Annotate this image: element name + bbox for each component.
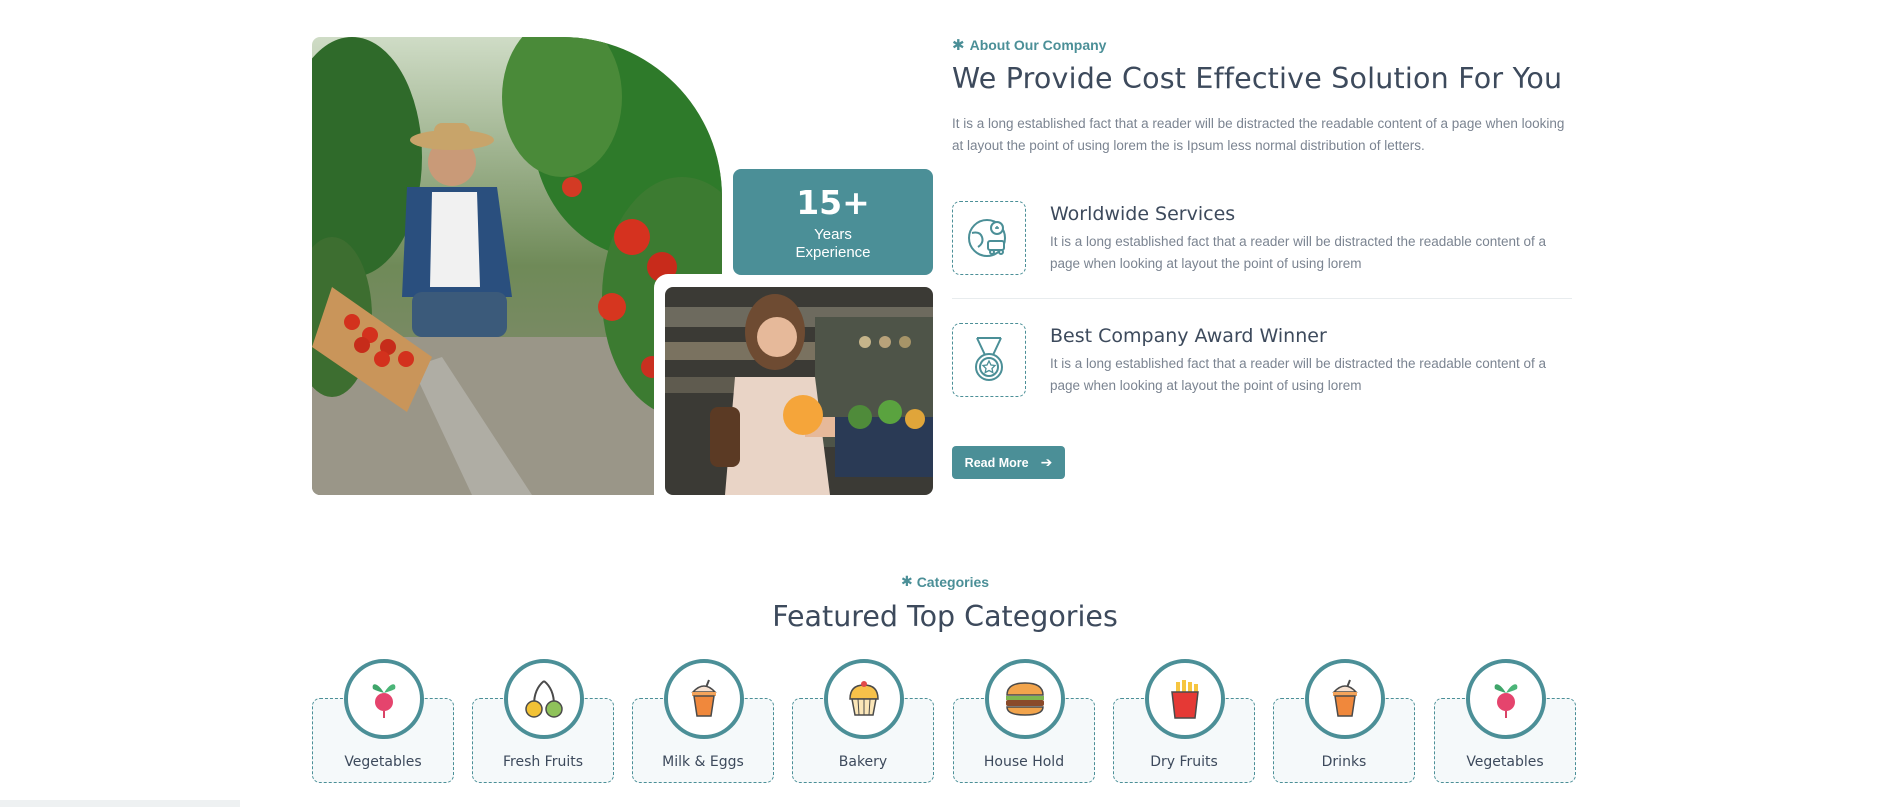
arrow-right-icon: ➔	[1040, 454, 1053, 470]
cherries-icon	[504, 659, 584, 739]
radish-icon	[1466, 659, 1546, 739]
cupcake-icon	[824, 659, 904, 739]
category-label: Vegetables	[344, 754, 422, 770]
feature-title: Best Company Award Winner	[1050, 325, 1327, 347]
experience-number: 15+	[796, 183, 870, 222]
shopper-grocery-image	[665, 287, 933, 495]
category-label: Dry Fruits	[1150, 754, 1218, 770]
asterisk-icon: ✱	[952, 37, 965, 54]
categories-header: ✱ Categories Featured Top Categories	[0, 573, 1890, 633]
categories-eyebrow: ✱ Categories	[901, 573, 989, 590]
category-card-fresh-fruits[interactable]: Fresh Fruits	[472, 659, 614, 783]
category-card-dry-fruits[interactable]: Dry Fruits	[1113, 659, 1255, 783]
read-more-label: Read More	[964, 455, 1029, 470]
about-description: It is a long established fact that a rea…	[952, 116, 1565, 153]
scroll-edge	[0, 800, 240, 807]
experience-label-line2: Experience	[795, 244, 871, 261]
feature-title: Worldwide Services	[1050, 203, 1236, 225]
category-card-drinks[interactable]: Drinks	[1273, 659, 1415, 783]
feature-description: It is a long established fact that a rea…	[1050, 356, 1547, 393]
category-card-vegetables-2[interactable]: Vegetables	[1434, 659, 1576, 783]
globe-delivery-icon	[952, 201, 1026, 275]
category-label: Vegetables	[1466, 754, 1544, 770]
about-eyebrow: ✱ About Our Company	[952, 36, 1572, 54]
category-card-vegetables[interactable]: Vegetables	[312, 659, 454, 783]
category-card-house-hold[interactable]: House Hold	[953, 659, 1095, 783]
feature-worldwide-services: Worldwide Services It is a long establis…	[952, 201, 1572, 279]
experience-label-line1: Years	[814, 226, 852, 243]
about-content: ✱ About Our Company We Provide Cost Effe…	[952, 36, 1572, 479]
asterisk-icon: ✱	[900, 573, 913, 589]
about-section: 15+ Years Experience ✱ About Our Company…	[0, 0, 1890, 520]
category-card-bakery[interactable]: Bakery	[792, 659, 934, 783]
about-eyebrow-label: About Our Company	[969, 37, 1107, 53]
about-title: We Provide Cost Effective Solution For Y…	[952, 62, 1563, 95]
burger-icon	[985, 659, 1065, 739]
award-medal-icon	[952, 323, 1026, 397]
fries-icon	[1145, 659, 1225, 739]
radish-icon	[344, 659, 424, 739]
read-more-button[interactable]: Read More ➔	[952, 446, 1065, 479]
category-label: House Hold	[983, 754, 1065, 770]
feature-divider	[952, 298, 1572, 299]
categories-title: Featured Top Categories	[772, 600, 1118, 633]
categories-eyebrow-label: Categories	[916, 573, 990, 590]
feature-description: It is a long established fact that a rea…	[1050, 234, 1547, 271]
category-label: Drinks	[1321, 754, 1367, 770]
experience-badge: 15+ Years Experience	[733, 169, 933, 275]
category-label: Bakery	[838, 754, 888, 770]
categories-list: Vegetables Fresh Fruits Milk & Eggs Bake…	[312, 658, 1576, 788]
milkshake-icon	[1305, 659, 1385, 739]
milkshake-icon	[664, 659, 744, 739]
category-label: Fresh Fruits	[502, 754, 584, 770]
feature-award-winner: Best Company Award Winner It is a long e…	[952, 323, 1572, 401]
category-label: Milk & Eggs	[662, 754, 744, 770]
category-card-milk-eggs[interactable]: Milk & Eggs	[632, 659, 774, 783]
